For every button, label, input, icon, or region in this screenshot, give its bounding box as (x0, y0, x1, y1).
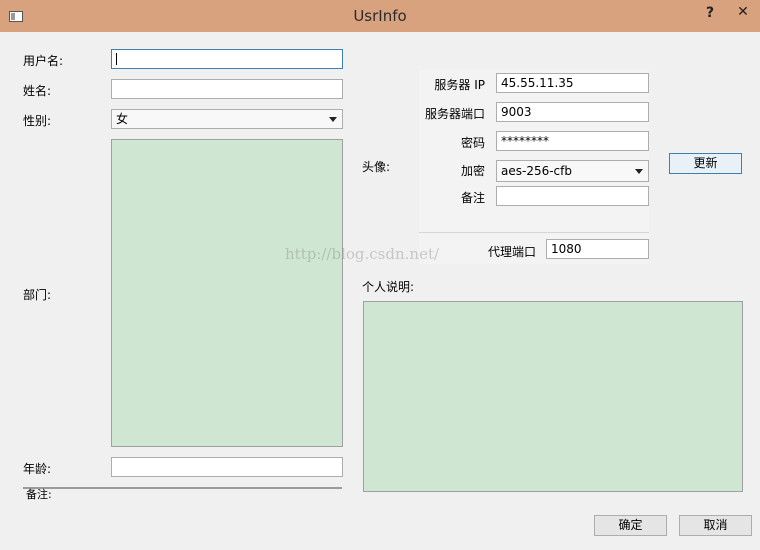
username-label: 用户名: (23, 54, 64, 68)
password-label: 密码 (460, 136, 485, 150)
proxy-port-input[interactable]: 1080 (546, 239, 649, 259)
remark-input[interactable] (496, 186, 649, 206)
help-button[interactable]: ? (700, 5, 720, 21)
department-list[interactable] (111, 139, 343, 447)
watermark-text: http://blog.csdn.net/ (285, 245, 440, 263)
name-input[interactable] (111, 79, 343, 99)
server-port-label: 服务器端口 (424, 107, 485, 121)
ok-button[interactable]: 确定 (594, 515, 667, 536)
name-label: 姓名: (23, 84, 52, 98)
bio-textarea[interactable] (363, 301, 743, 492)
encryption-label: 加密 (460, 164, 485, 178)
department-label: 部门: (23, 288, 52, 302)
cancel-button[interactable]: 取消 (679, 515, 752, 536)
encryption-select-value: aes-256-cfb (501, 164, 572, 178)
proxy-port-label: 代理端口 (487, 245, 536, 259)
gender-select[interactable]: 女 (111, 109, 343, 129)
text-caret (116, 52, 117, 65)
title-bar: UsrInfo ? ✕ (0, 0, 760, 32)
chevron-down-icon (329, 117, 337, 122)
username-input[interactable] (111, 49, 343, 69)
server-ip-label: 服务器 IP (434, 78, 485, 92)
update-button[interactable]: 更新 (669, 153, 742, 174)
server-ip-input[interactable]: 45.55.11.35 (496, 73, 649, 93)
gender-select-value: 女 (116, 112, 129, 126)
dialog-body: 用户名: 姓名: 性别: 女 部门: 年龄: 备注: 服务器 IP 45.55.… (0, 32, 760, 550)
window-title: UsrInfo (353, 7, 407, 25)
age-label: 年龄: (23, 462, 52, 476)
age-input[interactable] (111, 457, 343, 477)
password-input[interactable]: ******** (496, 131, 649, 151)
bio-label: 个人说明: (362, 280, 415, 294)
remark-label: 备注 (460, 191, 485, 205)
status-bar: 备注: (23, 487, 342, 501)
close-button[interactable]: ✕ (728, 4, 758, 26)
encryption-select[interactable]: aes-256-cfb (496, 160, 649, 182)
chevron-down-icon (635, 169, 643, 174)
gender-label: 性别: (23, 114, 52, 128)
panel-divider (419, 232, 649, 233)
status-remark-label: 备注: (26, 488, 52, 501)
server-port-input[interactable]: 9003 (496, 102, 649, 122)
avatar-label: 头像: (362, 160, 391, 174)
